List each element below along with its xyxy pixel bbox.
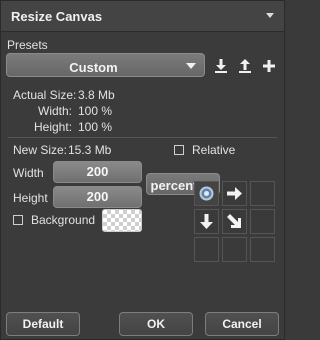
actual-height-value: 100 % xyxy=(78,120,113,134)
plus-icon[interactable] xyxy=(260,57,278,75)
relative-label: Relative xyxy=(192,143,236,157)
background-color-swatch[interactable] xyxy=(102,209,142,232)
default-button[interactable]: Default xyxy=(6,312,80,336)
actual-size-value: 3.8 Mb xyxy=(78,88,115,102)
resize-canvas-panel: Resize Canvas Presets Custom Actual Size… xyxy=(0,0,285,340)
anchor-cell-middle-right[interactable] xyxy=(250,209,275,234)
anchor-cell-bottom-center[interactable] xyxy=(222,237,247,262)
anchor-cell-bottom-right[interactable] xyxy=(250,237,275,262)
anchor-cell-top-right[interactable] xyxy=(250,181,275,206)
anchor-cell-middle-left[interactable] xyxy=(194,209,219,234)
arrow-down-right-icon xyxy=(227,214,241,228)
anchor-cell-center[interactable] xyxy=(222,209,247,234)
download-icon[interactable] xyxy=(212,57,230,75)
chevron-down-icon xyxy=(186,63,196,69)
new-size-value: 15.3 Mb xyxy=(68,143,112,157)
background-label: Background xyxy=(31,213,96,227)
divider xyxy=(8,137,277,138)
ok-button[interactable]: OK xyxy=(119,312,193,336)
actual-size-label: Actual Size: xyxy=(13,88,77,102)
actual-width-value: 100 % xyxy=(78,104,113,118)
actual-height-label: Height: xyxy=(34,120,73,134)
background-checkbox[interactable] xyxy=(13,215,23,225)
panel-header[interactable]: Resize Canvas xyxy=(1,1,284,32)
upload-icon[interactable] xyxy=(236,57,254,75)
unit-selected-value: percent xyxy=(150,178,198,193)
height-input[interactable]: 200 xyxy=(53,186,142,208)
collapse-arrow-icon[interactable] xyxy=(266,13,274,18)
cancel-button[interactable]: Cancel xyxy=(205,312,279,336)
presets-label: Presets xyxy=(7,38,48,52)
arrow-right-icon xyxy=(227,187,242,200)
anchor-cell-top-center[interactable] xyxy=(222,181,247,206)
anchor-cell-top-left[interactable] xyxy=(194,181,219,206)
target-icon xyxy=(199,186,214,201)
relative-checkbox[interactable] xyxy=(174,145,184,155)
panel-title: Resize Canvas xyxy=(11,9,103,24)
presets-selected-value: Custom xyxy=(69,60,118,75)
anchor-grid xyxy=(194,181,275,262)
presets-dropdown[interactable]: Custom xyxy=(6,53,205,77)
arrow-down-icon xyxy=(200,214,213,229)
new-size-label: New Size: xyxy=(13,143,68,157)
width-input[interactable]: 200 xyxy=(53,161,142,183)
actual-width-label: Width: xyxy=(38,104,73,118)
width-label: Width xyxy=(13,166,44,180)
anchor-cell-bottom-left[interactable] xyxy=(194,237,219,262)
height-label: Height xyxy=(13,191,48,205)
